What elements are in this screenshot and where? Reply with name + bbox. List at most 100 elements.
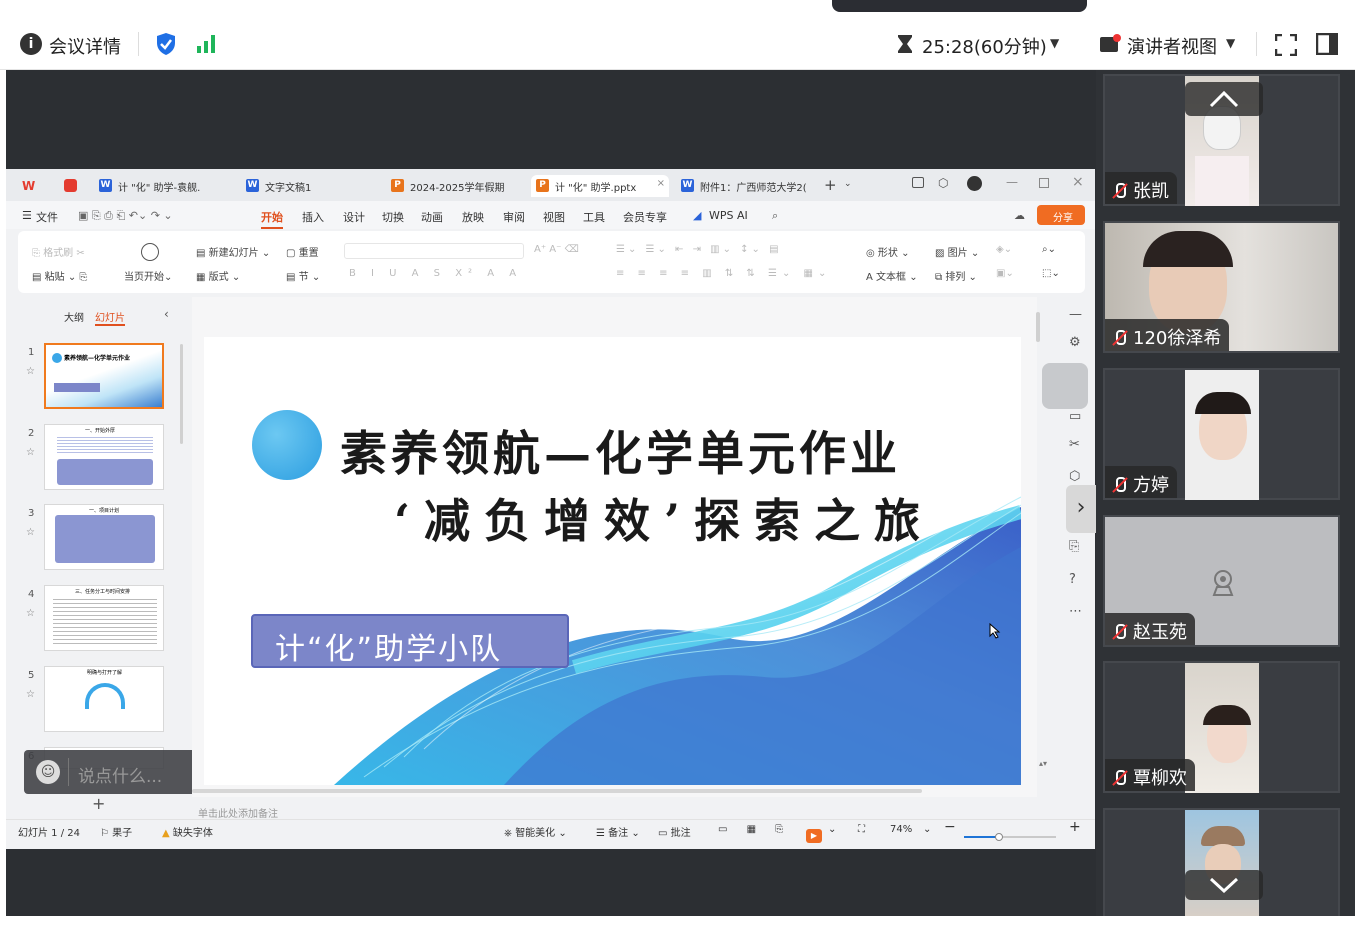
- participant-tile-4[interactable]: 赵玉苑: [1103, 515, 1340, 647]
- cube-icon[interactable]: ⬡: [938, 176, 948, 190]
- textbox-button[interactable]: A 文本框 ⌄: [866, 268, 918, 283]
- menu-transition[interactable]: 切换: [382, 209, 404, 225]
- from-current-button[interactable]: 当页开始⌄: [124, 268, 172, 283]
- font-size-buttons[interactable]: A⁺ A⁻ ⌫: [534, 244, 579, 255]
- fit-window-icon[interactable]: ⛶: [858, 824, 865, 835]
- tools-icon[interactable]: ✂: [1069, 437, 1080, 452]
- network-signal-icon[interactable]: [196, 34, 218, 54]
- menu-design[interactable]: 设计: [343, 209, 365, 225]
- hamburger-icon[interactable]: ☰: [22, 209, 32, 222]
- menu-home[interactable]: 开始: [261, 209, 283, 229]
- missing-font-indicator[interactable]: ▲ 缺失字体: [162, 824, 213, 839]
- shape-button[interactable]: ◎ 形状 ⌄: [866, 244, 909, 259]
- cloud-icon[interactable]: ☁: [1014, 209, 1025, 222]
- security-shield-icon[interactable]: [155, 32, 177, 56]
- current-slide[interactable]: 素养领航—化学单元作业 ‘减负增效’探索之旅 计“化”助学小队: [204, 337, 1021, 785]
- tab-doc-2[interactable]: W 文字文稿1: [241, 175, 381, 197]
- tab-doc-active[interactable]: P 计 "化" 助学.pptx ×: [531, 175, 669, 197]
- chevron-down-icon[interactable]: ▼: [1050, 36, 1059, 50]
- zoom-in-button[interactable]: +: [1069, 819, 1081, 835]
- find-button[interactable]: ⌕⌄: [1042, 244, 1056, 255]
- search-icon[interactable]: ⌕: [772, 209, 778, 223]
- play-icon[interactable]: [141, 243, 159, 261]
- minimize-icon[interactable]: —: [1006, 175, 1018, 189]
- zoom-out-button[interactable]: −: [944, 819, 956, 835]
- presenter-view-icon[interactable]: [1100, 34, 1120, 52]
- menu-view[interactable]: 视图: [543, 209, 565, 225]
- menu-tools[interactable]: 工具: [583, 209, 605, 225]
- sidebar-toggle-icon[interactable]: [1316, 33, 1338, 55]
- adjust-icon[interactable]: ⚙: [1069, 335, 1081, 350]
- new-slide-button[interactable]: ▤ 新建幻灯片 ⌄: [196, 244, 270, 259]
- scroll-arrows-icon[interactable]: ▴▾: [1039, 759, 1047, 768]
- font-style-buttons[interactable]: B I U A S X² A A: [349, 268, 522, 279]
- theme-indicator[interactable]: ⚐ 果子: [100, 824, 132, 839]
- chevron-down-icon[interactable]: ⌄: [844, 179, 852, 189]
- collapse-panel-icon[interactable]: ‹: [164, 307, 169, 321]
- slide-title-line2[interactable]: ‘减负增效’探索之旅: [394, 485, 934, 551]
- menu-insert[interactable]: 插入: [302, 209, 324, 225]
- close-window-icon[interactable]: ×: [1072, 174, 1084, 190]
- menu-review[interactable]: 审阅: [503, 209, 525, 225]
- tab-doc-1[interactable]: W 计 "化" 助学-袁舰.: [94, 175, 234, 197]
- outline-button[interactable]: ▣⌄: [996, 268, 1014, 279]
- participant-tile-1[interactable]: 张凯: [1103, 74, 1340, 206]
- zoom-slider-handle[interactable]: [995, 833, 1003, 841]
- layout-button[interactable]: ▦ 版式 ⌄: [196, 268, 240, 283]
- slide-thumbnail-5[interactable]: 明确与打开了解: [44, 666, 164, 732]
- reset-button[interactable]: ▢ 重置: [286, 244, 319, 259]
- beautify-button[interactable]: ⎈ 智能美化 ⌄: [504, 824, 567, 839]
- format-painter-button[interactable]: ⎘ 格式刷 ✂: [32, 244, 85, 259]
- menu-wps-ai[interactable]: WPS AI: [709, 209, 748, 222]
- fullscreen-icon[interactable]: [1275, 34, 1297, 56]
- paragraph-buttons-bottom[interactable]: ≡ ≡ ≡ ≡ ▥ ⇅ ⇅ ☰⌄ ▦⌄: [616, 268, 831, 279]
- wps-ai-icon[interactable]: ◢: [693, 209, 701, 222]
- shapes-icon[interactable]: ⬡: [1069, 469, 1080, 484]
- fill-button[interactable]: ◈⌄: [996, 244, 1012, 255]
- help-icon[interactable]: ?: [1069, 572, 1076, 587]
- wps-logo-icon[interactable]: W: [22, 179, 35, 193]
- team-badge[interactable]: 计“化”助学小队: [251, 614, 569, 668]
- participant-tile-2[interactable]: 120徐泽希: [1103, 221, 1340, 353]
- tab-doc-5[interactable]: W 附件1：广西师范大学2(: [676, 175, 816, 197]
- star-icon[interactable]: ☆: [26, 447, 35, 458]
- book-icon[interactable]: ⎘: [1069, 539, 1079, 554]
- participant-tile-6[interactable]: [1103, 808, 1340, 916]
- menu-slideshow[interactable]: 放映: [462, 209, 484, 225]
- slide-title-line1[interactable]: 素养领航—化学单元作业: [340, 415, 901, 484]
- chevron-down-icon[interactable]: ▼: [1226, 36, 1235, 50]
- window-icon[interactable]: [912, 177, 924, 188]
- meeting-details-link[interactable]: 会议详情: [49, 33, 121, 59]
- star-icon[interactable]: ☆: [26, 608, 35, 619]
- share-button[interactable]: 分享: [1037, 205, 1085, 225]
- next-page-button[interactable]: ›: [1066, 485, 1096, 533]
- pdf-icon[interactable]: [64, 179, 77, 192]
- select-button[interactable]: ⬚⌄: [1042, 268, 1060, 279]
- presenter-view-button[interactable]: 演讲者视图: [1127, 33, 1217, 59]
- maximize-icon[interactable]: [1039, 178, 1049, 188]
- close-tab-icon[interactable]: ×: [657, 178, 665, 189]
- highlight-tool-button[interactable]: [1042, 363, 1088, 409]
- scroll-up-button[interactable]: [1185, 82, 1263, 116]
- slide-thumbnail-1[interactable]: 素养领航—化学单元作业: [44, 343, 164, 409]
- panel-scrollbar[interactable]: [180, 344, 183, 444]
- slide-thumbnail-4[interactable]: 三、任务分工与时间安排: [44, 585, 164, 651]
- zoom-level[interactable]: 74%: [890, 824, 912, 835]
- quick-toolbar-icons[interactable]: ▣ ⎘ ⎙ ⎗ ↶⌄ ↷ ⌄: [78, 209, 173, 223]
- star-icon[interactable]: ☆: [26, 689, 35, 700]
- tab-doc-3[interactable]: P 2024-2025学年假期: [386, 175, 526, 197]
- star-icon[interactable]: ☆: [26, 527, 35, 538]
- add-slide-icon[interactable]: +: [92, 794, 105, 813]
- section-button[interactable]: ▤ 节 ⌄: [286, 268, 320, 283]
- menu-member[interactable]: 会员专享: [623, 209, 667, 225]
- notes-button[interactable]: ☰ 备注 ⌄: [596, 824, 640, 839]
- comments-button[interactable]: ▭ 批注: [658, 824, 691, 839]
- more-icon[interactable]: ⋯: [1069, 604, 1082, 619]
- avatar[interactable]: [967, 176, 982, 191]
- participant-tile-5[interactable]: 覃柳欢: [1103, 661, 1340, 793]
- slide-thumbnail-3[interactable]: 一、项目计划: [44, 504, 164, 570]
- new-tab-icon[interactable]: +: [824, 176, 837, 194]
- minus-icon[interactable]: —: [1069, 307, 1082, 322]
- notes-field[interactable]: 单击此处添加备注: [198, 805, 278, 820]
- comment-input[interactable]: 说点什么...: [78, 762, 162, 787]
